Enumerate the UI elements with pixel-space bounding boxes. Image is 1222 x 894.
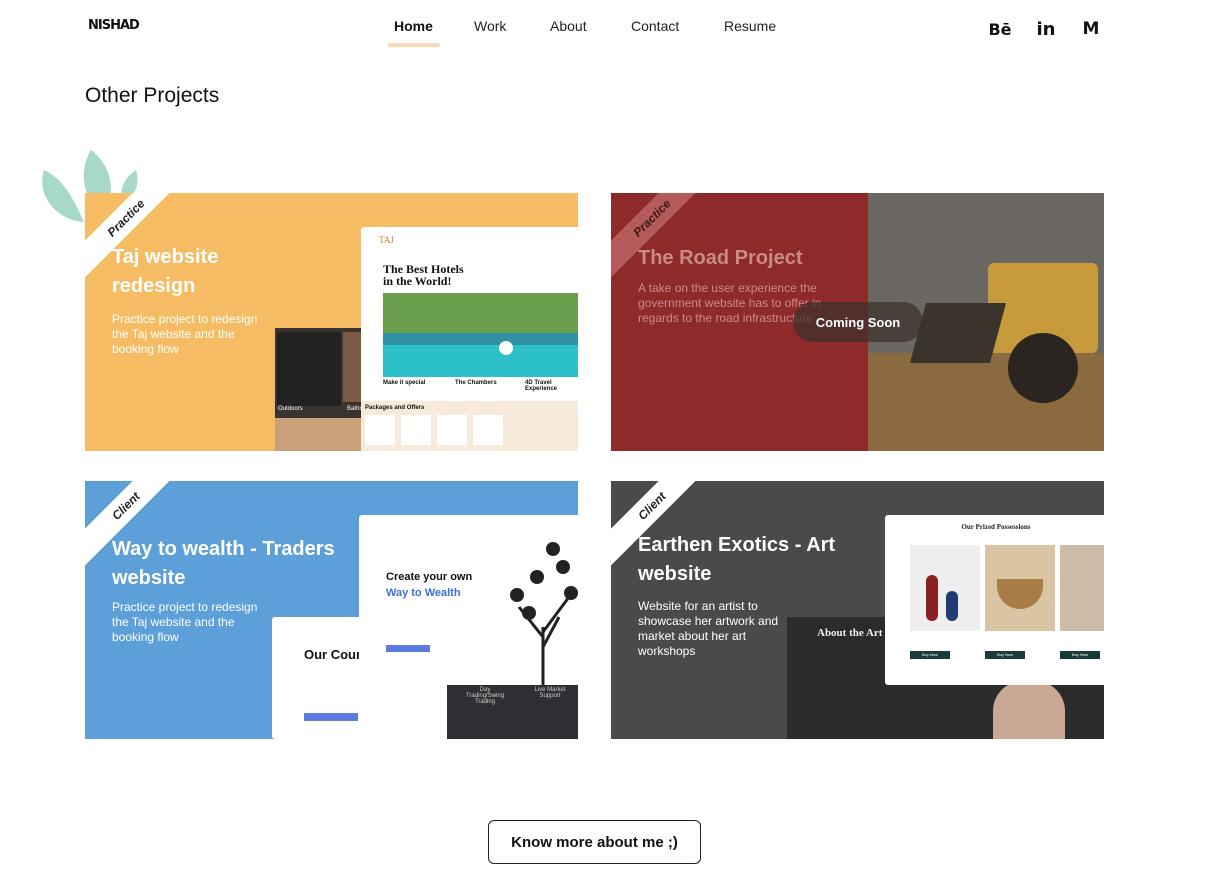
project-card-way-to-wealth[interactable]: Our Cours Day Trading/Swing Trading Live… (85, 481, 578, 739)
mock-hero-image (383, 293, 578, 377)
portfolio-page: NISHAD Home Work About Contact Resume Bē… (0, 0, 1222, 894)
nav-work[interactable]: Work (474, 18, 506, 34)
mock-logo: TAJ (379, 235, 394, 245)
coming-soon-badge: Coming Soon (793, 302, 923, 342)
nav-about[interactable]: About (550, 18, 587, 34)
know-more-button[interactable]: Know more about me ;) (488, 820, 701, 864)
mock-packages: Packages and Offers (365, 405, 425, 411)
section-title: Other Projects (85, 84, 220, 107)
project-card-taj[interactable]: Outdoors Bathroom TAJ The Best Hotels in… (85, 193, 578, 451)
mock-about: About the Art (817, 627, 883, 639)
card-title: The Road Project (638, 247, 803, 269)
mock-headline-2: in the World! (383, 274, 452, 288)
behance-icon[interactable]: Bē (986, 18, 1014, 40)
wealth-website-mockup: Create your own Way to Wealth (359, 515, 578, 685)
dark-panel: Day Trading/Swing Trading Live Market Su… (447, 681, 578, 739)
card-description: Practice project to redesign the Taj web… (112, 312, 258, 356)
nav-contact[interactable]: Contact (631, 18, 679, 34)
project-card-earthen-exotics[interactable]: About the Art Our Prized Possessions Buy… (611, 481, 1104, 739)
linkedin-icon[interactable]: in (1033, 18, 1059, 40)
mock-label-outdoors: Outdoors (278, 406, 303, 412)
card-description: Practice project to redesign the Taj web… (112, 600, 258, 644)
active-nav-indicator (388, 43, 440, 47)
nav-resume[interactable]: Resume (724, 18, 776, 34)
card-description: Website for an artist to showcase her ar… (638, 599, 779, 658)
taj-website-mockup: TAJ The Best Hotels in the World! Make i… (361, 227, 578, 451)
site-logo[interactable]: NISHAD (88, 18, 140, 33)
mock-headline: Create your own (386, 571, 473, 583)
card-title: Earthen Exotics - Art website (638, 534, 836, 585)
mock-heading: Our Prized Possessions (961, 523, 1031, 531)
nav-home[interactable]: Home (394, 18, 433, 34)
mock-col-1: Make it special (383, 380, 426, 386)
medium-icon[interactable]: M (1078, 18, 1104, 40)
mock-headline-accent: Way to Wealth (386, 587, 461, 599)
card-title: Way to wealth - Traders website (112, 538, 335, 589)
mock-col-3: 4D Travel Experience (525, 380, 558, 392)
card-title: Taj website redesign (112, 246, 219, 297)
money-tree-icon (510, 542, 578, 685)
art-website-mockup: Our Prized Possessions Buy Now Buy Now B… (885, 515, 1104, 685)
mock-col-2: The Chambers (455, 380, 497, 386)
